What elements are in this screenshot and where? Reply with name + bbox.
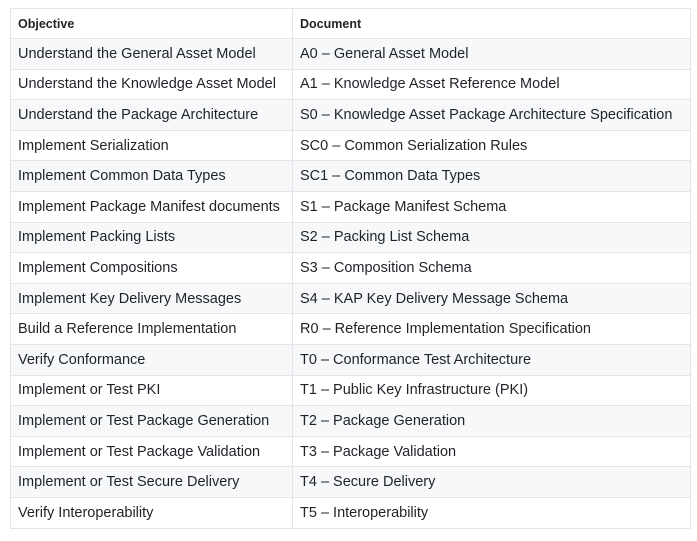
table-row: Implement Serialization SC0 – Common Ser… bbox=[10, 129, 691, 162]
document-cell: A0 – General Asset Model bbox=[292, 38, 691, 70]
table-row: Understand the General Asset Model A0 – … bbox=[10, 38, 691, 70]
objective-document-table: Objective Document Understand the Genera… bbox=[10, 8, 691, 529]
objective-cell: Understand the Knowledge Asset Model bbox=[10, 68, 293, 101]
objective-cell: Implement or Test Package Generation bbox=[10, 405, 293, 437]
table-row: Implement Key Delivery Messages S4 – KAP… bbox=[10, 282, 691, 315]
document-cell: T1 – Public Key Infrastructure (PKI) bbox=[292, 374, 691, 407]
document-cell: S0 – Knowledge Asset Package Architectur… bbox=[292, 99, 691, 131]
table-row: Verify Interoperability T5 – Interoperab… bbox=[10, 496, 691, 529]
document-cell: S1 – Package Manifest Schema bbox=[292, 190, 691, 223]
table-row: Implement Compositions S3 – Composition … bbox=[10, 252, 691, 284]
objective-cell: Implement or Test Package Validation bbox=[10, 435, 293, 468]
objective-cell: Understand the Package Architecture bbox=[10, 99, 293, 131]
table-row: Implement or Test PKI T1 – Public Key In… bbox=[10, 374, 691, 407]
document-cell: T3 – Package Validation bbox=[292, 435, 691, 468]
document-cell: R0 – Reference Implementation Specificat… bbox=[292, 313, 691, 345]
objective-cell: Verify Conformance bbox=[10, 343, 293, 376]
table-row: Implement or Test Package Generation T2 … bbox=[10, 405, 691, 437]
document-cell: T2 – Package Generation bbox=[292, 405, 691, 437]
table-row: Understand the Package Architecture S0 –… bbox=[10, 99, 691, 131]
objective-cell: Implement Package Manifest documents bbox=[10, 190, 293, 223]
document-cell: T0 – Conformance Test Architecture bbox=[292, 343, 691, 376]
document-cell: T5 – Interoperability bbox=[292, 496, 691, 529]
document-cell: T4 – Secure Delivery bbox=[292, 466, 691, 498]
document-cell: SC1 – Common Data Types bbox=[292, 160, 691, 192]
objective-cell: Verify Interoperability bbox=[10, 496, 293, 529]
table-row: Understand the Knowledge Asset Model A1 … bbox=[10, 68, 691, 101]
table-row: Implement Package Manifest documents S1 … bbox=[10, 190, 691, 223]
table-row: Verify Conformance T0 – Conformance Test… bbox=[10, 343, 691, 376]
document-cell: SC0 – Common Serialization Rules bbox=[292, 129, 691, 162]
table-row: Implement or Test Package Validation T3 … bbox=[10, 435, 691, 468]
column-header-objective: Objective bbox=[10, 8, 293, 39]
table-row: Implement or Test Secure Delivery T4 – S… bbox=[10, 466, 691, 498]
document-cell: S3 – Composition Schema bbox=[292, 252, 691, 284]
column-header-document: Document bbox=[292, 8, 691, 39]
objective-cell: Implement Compositions bbox=[10, 252, 293, 284]
objective-cell: Implement Packing Lists bbox=[10, 221, 293, 254]
objective-cell: Implement Common Data Types bbox=[10, 160, 293, 192]
objective-cell: Implement Serialization bbox=[10, 129, 293, 162]
objective-cell: Understand the General Asset Model bbox=[10, 38, 293, 70]
document-cell: S4 – KAP Key Delivery Message Schema bbox=[292, 282, 691, 315]
objective-cell: Build a Reference Implementation bbox=[10, 313, 293, 345]
objective-cell: Implement Key Delivery Messages bbox=[10, 282, 293, 315]
objective-cell: Implement or Test PKI bbox=[10, 374, 293, 407]
table-row: Build a Reference Implementation R0 – Re… bbox=[10, 313, 691, 345]
table-header-row: Objective Document bbox=[10, 8, 691, 39]
document-cell: S2 – Packing List Schema bbox=[292, 221, 691, 254]
table-row: Implement Common Data Types SC1 – Common… bbox=[10, 160, 691, 192]
document-cell: A1 – Knowledge Asset Reference Model bbox=[292, 68, 691, 101]
objective-cell: Implement or Test Secure Delivery bbox=[10, 466, 293, 498]
table-row: Implement Packing Lists S2 – Packing Lis… bbox=[10, 221, 691, 254]
